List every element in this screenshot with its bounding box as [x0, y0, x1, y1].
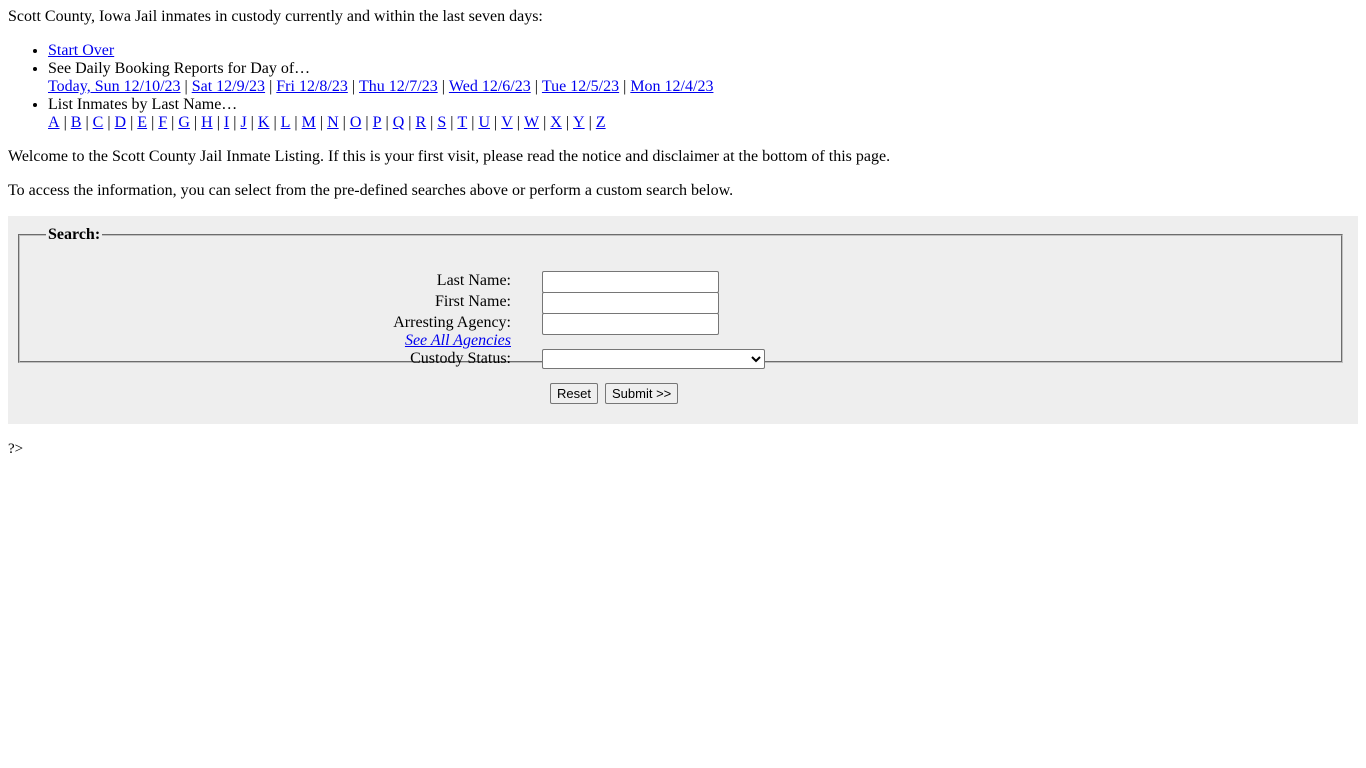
separator: | [151, 114, 155, 131]
separator: | [588, 114, 592, 131]
letter-link-10[interactable]: K [258, 114, 270, 131]
last-name-list-label: List Inmates by Last Name… [48, 96, 238, 113]
custody-status-select[interactable] [542, 349, 765, 369]
nav-item-daily-reports: See Daily Booking Reports for Day of… To… [48, 60, 713, 96]
daily-reports-links: Today, Sun 12/10/23 | Sat 12/9/23 | Fri 12/8… [48, 78, 713, 95]
nav-list: Start Over See Daily Booking Reports for… [8, 42, 713, 132]
daily-report-link-0[interactable]: Today, Sun 12/10/23 [48, 78, 181, 95]
separator: | [534, 78, 538, 95]
first-name-label: First Name: [435, 293, 511, 310]
letter-link-15[interactable]: P [373, 114, 382, 131]
search-legend: Search: [48, 226, 101, 243]
letter-link-3[interactable]: D [115, 114, 127, 131]
access-text: To access the information, you can selec… [8, 182, 734, 199]
letter-link-13[interactable]: N [327, 114, 339, 131]
separator: | [430, 114, 434, 131]
search-fieldset: Search: Last Name: First Name: Arresting… [18, 226, 1343, 369]
separator: | [516, 114, 520, 131]
letter-link-1[interactable]: B [71, 114, 82, 131]
letter-link-18[interactable]: S [437, 114, 446, 131]
separator: | [107, 114, 111, 131]
daily-report-link-5[interactable]: Tue 12/5/23 [542, 78, 619, 95]
separator: | [216, 114, 220, 131]
letter-link-8[interactable]: I [224, 114, 229, 131]
separator: | [365, 114, 369, 131]
letter-link-7[interactable]: H [201, 114, 213, 131]
letter-link-20[interactable]: U [478, 114, 490, 131]
letter-link-0[interactable]: A [48, 114, 60, 131]
stray-text: ?> [8, 441, 24, 457]
separator: | [63, 114, 67, 131]
separator: | [233, 114, 237, 131]
separator: | [193, 114, 198, 131]
submit-button[interactable]: Submit >> [605, 383, 679, 404]
start-over-link[interactable]: Start Over [48, 42, 114, 59]
daily-report-link-2[interactable]: Fri 12/8/23 [276, 78, 348, 95]
letter-link-17[interactable]: R [415, 114, 426, 131]
separator: | [171, 114, 175, 131]
letter-link-22[interactable]: W [524, 114, 539, 131]
see-all-agencies-link[interactable]: See All Agencies [405, 332, 511, 349]
letter-link-19[interactable]: T [457, 114, 467, 131]
welcome-text: Welcome to the Scott County Jail Inmate … [8, 148, 891, 165]
separator: | [351, 78, 356, 95]
letter-links: A | B | C | D | E | F | G | H | I | J | K | L | M | N | O | P | Q | R | S | T |… [48, 114, 606, 131]
separator: | [269, 78, 273, 95]
letter-link-25[interactable]: Z [596, 114, 606, 131]
letter-link-24[interactable]: Y [573, 114, 585, 131]
nav-item-last-name: List Inmates by Last Name… A|B|C|D|E|F|G… [48, 96, 713, 132]
separator: | [408, 114, 412, 131]
separator: | [385, 114, 389, 131]
separator: | [450, 114, 454, 131]
first-name-input[interactable] [542, 292, 719, 314]
intro-text: Scott County, Iowa Jail inmates in custo… [8, 8, 543, 25]
arresting-agency-label: Arresting Agency: [393, 314, 511, 331]
separator: | [342, 114, 346, 131]
custody-status-label: Custody Status: [410, 350, 511, 367]
separator: | [543, 114, 547, 131]
letter-link-23[interactable]: X [550, 114, 562, 131]
daily-reports-label: See Daily Booking Reports for Day of… [48, 60, 311, 77]
letter-link-11[interactable]: L [281, 114, 291, 131]
daily-report-link-4[interactable]: Wed 12/6/23 [449, 78, 531, 95]
separator: | [441, 78, 445, 95]
last-name-label: Last Name: [436, 272, 511, 289]
daily-report-link-6[interactable]: Mon 12/4/23 [630, 78, 713, 95]
separator: | [184, 78, 188, 95]
letter-link-16[interactable]: Q [393, 114, 405, 131]
letter-link-4[interactable]: E [137, 114, 147, 131]
reset-button[interactable]: Reset [550, 383, 598, 404]
separator: | [319, 114, 324, 131]
letter-link-21[interactable]: V [501, 114, 513, 131]
separator: | [250, 114, 254, 131]
letter-link-5[interactable]: F [158, 114, 167, 131]
separator: | [623, 78, 627, 95]
letter-link-9[interactable]: J [240, 114, 246, 131]
daily-report-link-3[interactable]: Thu 12/7/23 [359, 78, 438, 95]
page: Scott County, Iowa Jail inmates in custo… [0, 0, 1366, 768]
arresting-agency-input[interactable] [542, 313, 719, 335]
last-name-input[interactable] [542, 271, 719, 293]
letter-link-12[interactable]: M [302, 114, 316, 131]
separator: | [294, 114, 298, 131]
separator: | [85, 114, 89, 131]
search-panel: Search: Last Name: First Name: Arresting… [8, 216, 1358, 424]
nav-item-start-over: Start Over [48, 42, 713, 60]
separator: | [130, 114, 134, 131]
separator: | [471, 114, 475, 131]
daily-report-link-1[interactable]: Sat 12/9/23 [192, 78, 265, 95]
separator: | [494, 114, 498, 131]
separator: | [565, 114, 570, 131]
letter-link-6[interactable]: G [178, 114, 190, 131]
letter-link-2[interactable]: C [93, 114, 104, 131]
letter-link-14[interactable]: O [350, 114, 362, 131]
separator: | [273, 114, 277, 131]
